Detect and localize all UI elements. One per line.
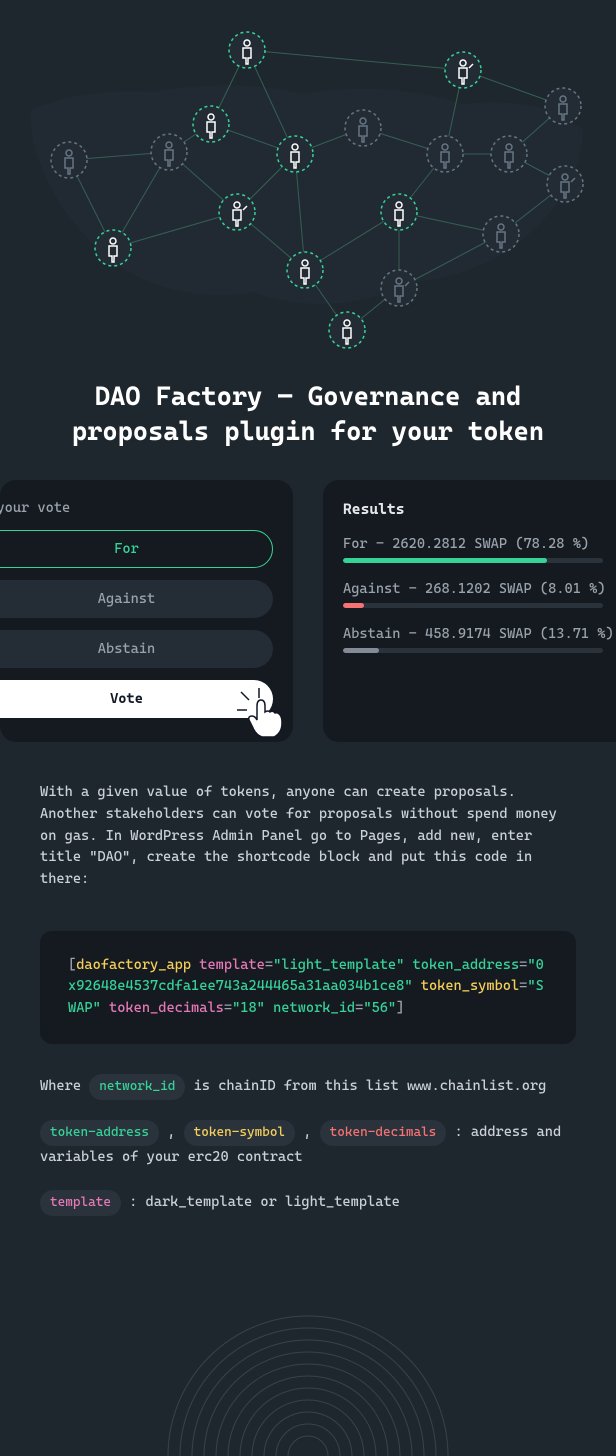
vote-option-abstain[interactable]: Abstain [0, 630, 273, 668]
description: With a given value of tokens, anyone can… [40, 782, 576, 890]
results-card: Results For - 2620.2812 SWAP (78.28 %) A… [323, 480, 616, 742]
template-line: template : dark_template or light_templa… [40, 1190, 576, 1216]
vote-option-for[interactable]: For [0, 530, 273, 568]
vote-button[interactable]: Vote [0, 680, 273, 718]
result-row-for: For - 2620.2812 SWAP (78.28 %) [343, 536, 616, 563]
results-title: Results [343, 500, 616, 518]
result-label: Against - 268.1202 SWAP (8.01 %) [343, 581, 616, 597]
page-title: DAO Factory — Governance and proposals p… [0, 360, 616, 480]
result-bar [343, 558, 603, 563]
where-line: Where network_id is chainID from this li… [40, 1074, 576, 1100]
result-label: Abstain - 458.9174 SWAP (13.71 %) [343, 626, 616, 642]
vote-label: t your vote [0, 500, 293, 530]
pill-token-address: token-address [40, 1120, 159, 1146]
pill-network-id: network_id [89, 1074, 185, 1100]
result-label: For - 2620.2812 SWAP (78.28 %) [343, 536, 616, 552]
result-bar [343, 603, 603, 608]
code-block: [daofactory_app template="light_template… [40, 931, 576, 1044]
vote-card: t your vote For Against Abstain Vote [0, 480, 293, 742]
result-bar [343, 648, 603, 653]
network-graphic [23, 20, 593, 360]
fingerprint-graphic [128, 1256, 488, 1456]
cards-row: t your vote For Against Abstain Vote Res… [0, 480, 616, 742]
pill-token-decimals: token-decimals [320, 1120, 447, 1146]
content: With a given value of tokens, anyone can… [0, 782, 616, 1456]
vote-button-label: Vote [110, 691, 143, 707]
address-line: token-address , token-symbol , token-dec… [40, 1120, 576, 1170]
vote-option-against[interactable]: Against [0, 580, 273, 618]
result-row-abstain: Abstain - 458.9174 SWAP (13.71 %) [343, 626, 616, 653]
pill-template: template [40, 1190, 121, 1216]
pill-token-symbol: token-symbol [184, 1120, 295, 1146]
hero-section: DAO Factory — Governance and proposals p… [0, 0, 616, 480]
cursor-icon [235, 686, 295, 746]
result-row-against: Against - 268.1202 SWAP (8.01 %) [343, 581, 616, 608]
